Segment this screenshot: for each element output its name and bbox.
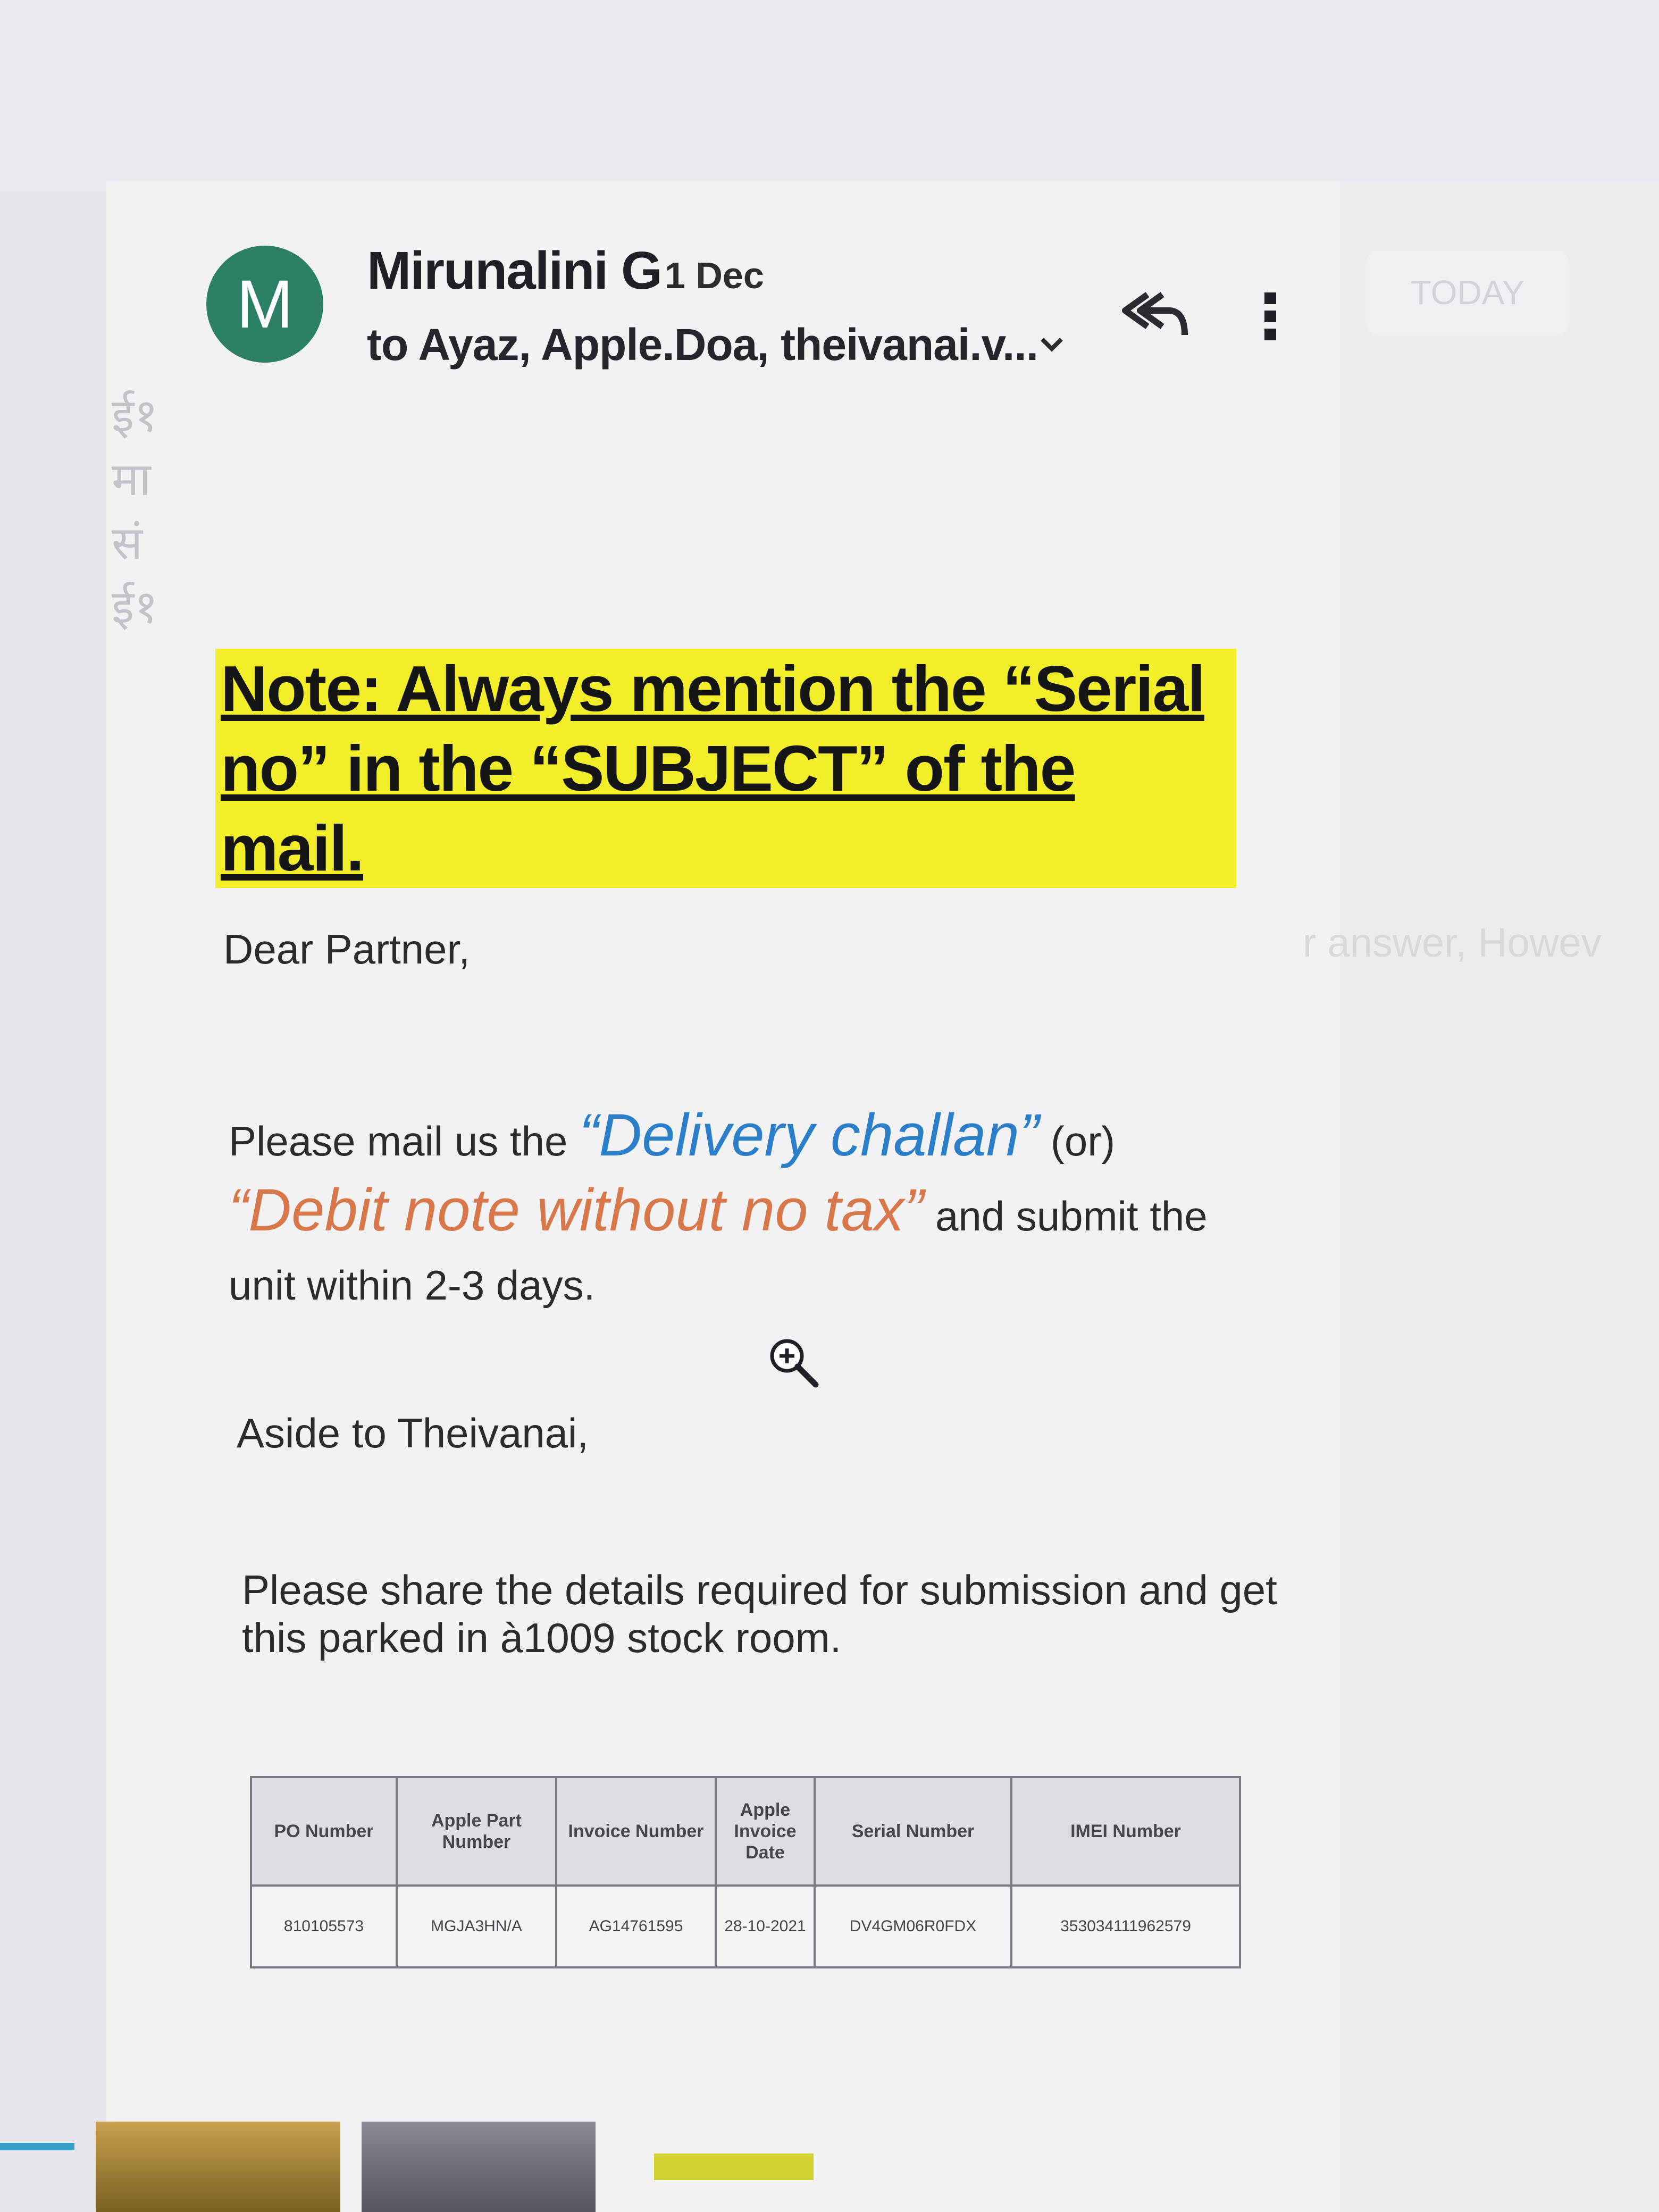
note-line-2: no” in the “SUBJECT” of the mail.: [221, 732, 1076, 884]
table-row: 810105573 MGJA3HN/A AG14761595 28-10-202…: [250, 1884, 1241, 1968]
thumbnail-image[interactable]: [96, 2122, 340, 2212]
table-cell: MGJA3HN/A: [396, 1884, 557, 1968]
note-line-1: Note: Always mention the “Serial: [221, 652, 1205, 725]
table-header: IMEI Number: [1010, 1776, 1241, 1887]
table-header: Apple Invoice Date: [715, 1776, 816, 1887]
para1-before: Please mail us the: [229, 1118, 580, 1164]
sender-name: Mirunalini G: [367, 241, 663, 300]
delivery-challan-text: “Delivery challan”: [579, 1102, 1040, 1168]
chevron-down-icon[interactable]: [1036, 329, 1068, 361]
top-bar-background: [0, 0, 1659, 191]
left-glyph: ई१: [112, 581, 158, 634]
taskbar-accent: [0, 2143, 74, 2150]
debit-note-text: “Debit note without no tax”: [229, 1177, 924, 1243]
table-header: Invoice Number: [555, 1776, 717, 1887]
table-cell: 810105573: [250, 1884, 398, 1968]
sender-avatar[interactable]: M: [206, 246, 323, 363]
screen: ई१ मा सं ई१ TODAY r answer, Howev M Miru…: [0, 0, 1659, 2212]
details-table: PO Number Apple Part Number Invoice Numb…: [250, 1776, 1241, 1968]
zoom-in-cursor-icon: [770, 1339, 819, 1388]
left-glyph: सं: [112, 517, 143, 570]
reply-all-icon[interactable]: [1117, 287, 1191, 346]
thumbnail-image[interactable]: [362, 2122, 596, 2212]
table-cell: DV4GM06R0FDX: [814, 1884, 1012, 1968]
table-header: Apple Part Number: [396, 1776, 557, 1887]
thumbnail-strip: [654, 2154, 814, 2180]
recipients[interactable]: to Ayaz, Apple.Doa, theivanai.v...: [367, 319, 1038, 371]
para1-or: (or): [1039, 1118, 1116, 1164]
table-cell: 353034111962579: [1010, 1884, 1241, 1968]
email-date: 1 Dec: [665, 255, 764, 296]
table-header: PO Number: [250, 1776, 398, 1887]
table-cell: AG14761595: [555, 1884, 717, 1968]
greeting: Dear Partner,: [223, 926, 470, 973]
aside-line: Aside to Theivanai,: [237, 1410, 589, 1456]
note-highlight: Note: Always mention the “Serial no” in …: [215, 649, 1236, 888]
background-snippet: r answer, Howev: [1303, 920, 1602, 966]
right-pane: [1340, 181, 1659, 2212]
left-glyph: ई१: [112, 389, 158, 442]
table-cell: 28-10-2021: [715, 1884, 816, 1968]
details-paragraph: Please share the details required for su…: [242, 1566, 1277, 1661]
table-header: Serial Number: [814, 1776, 1012, 1887]
today-chip: TODAY: [1367, 250, 1569, 335]
left-background-strip: ई१ मा सं ई१: [85, 340, 191, 1351]
table-header-row: PO Number Apple Part Number Invoice Numb…: [250, 1776, 1241, 1887]
left-glyph: मा: [112, 453, 151, 506]
instruction-paragraph: Please mail us the “Delivery challan” (o…: [229, 1101, 1281, 1320]
more-vert-icon[interactable]: [1250, 287, 1292, 346]
